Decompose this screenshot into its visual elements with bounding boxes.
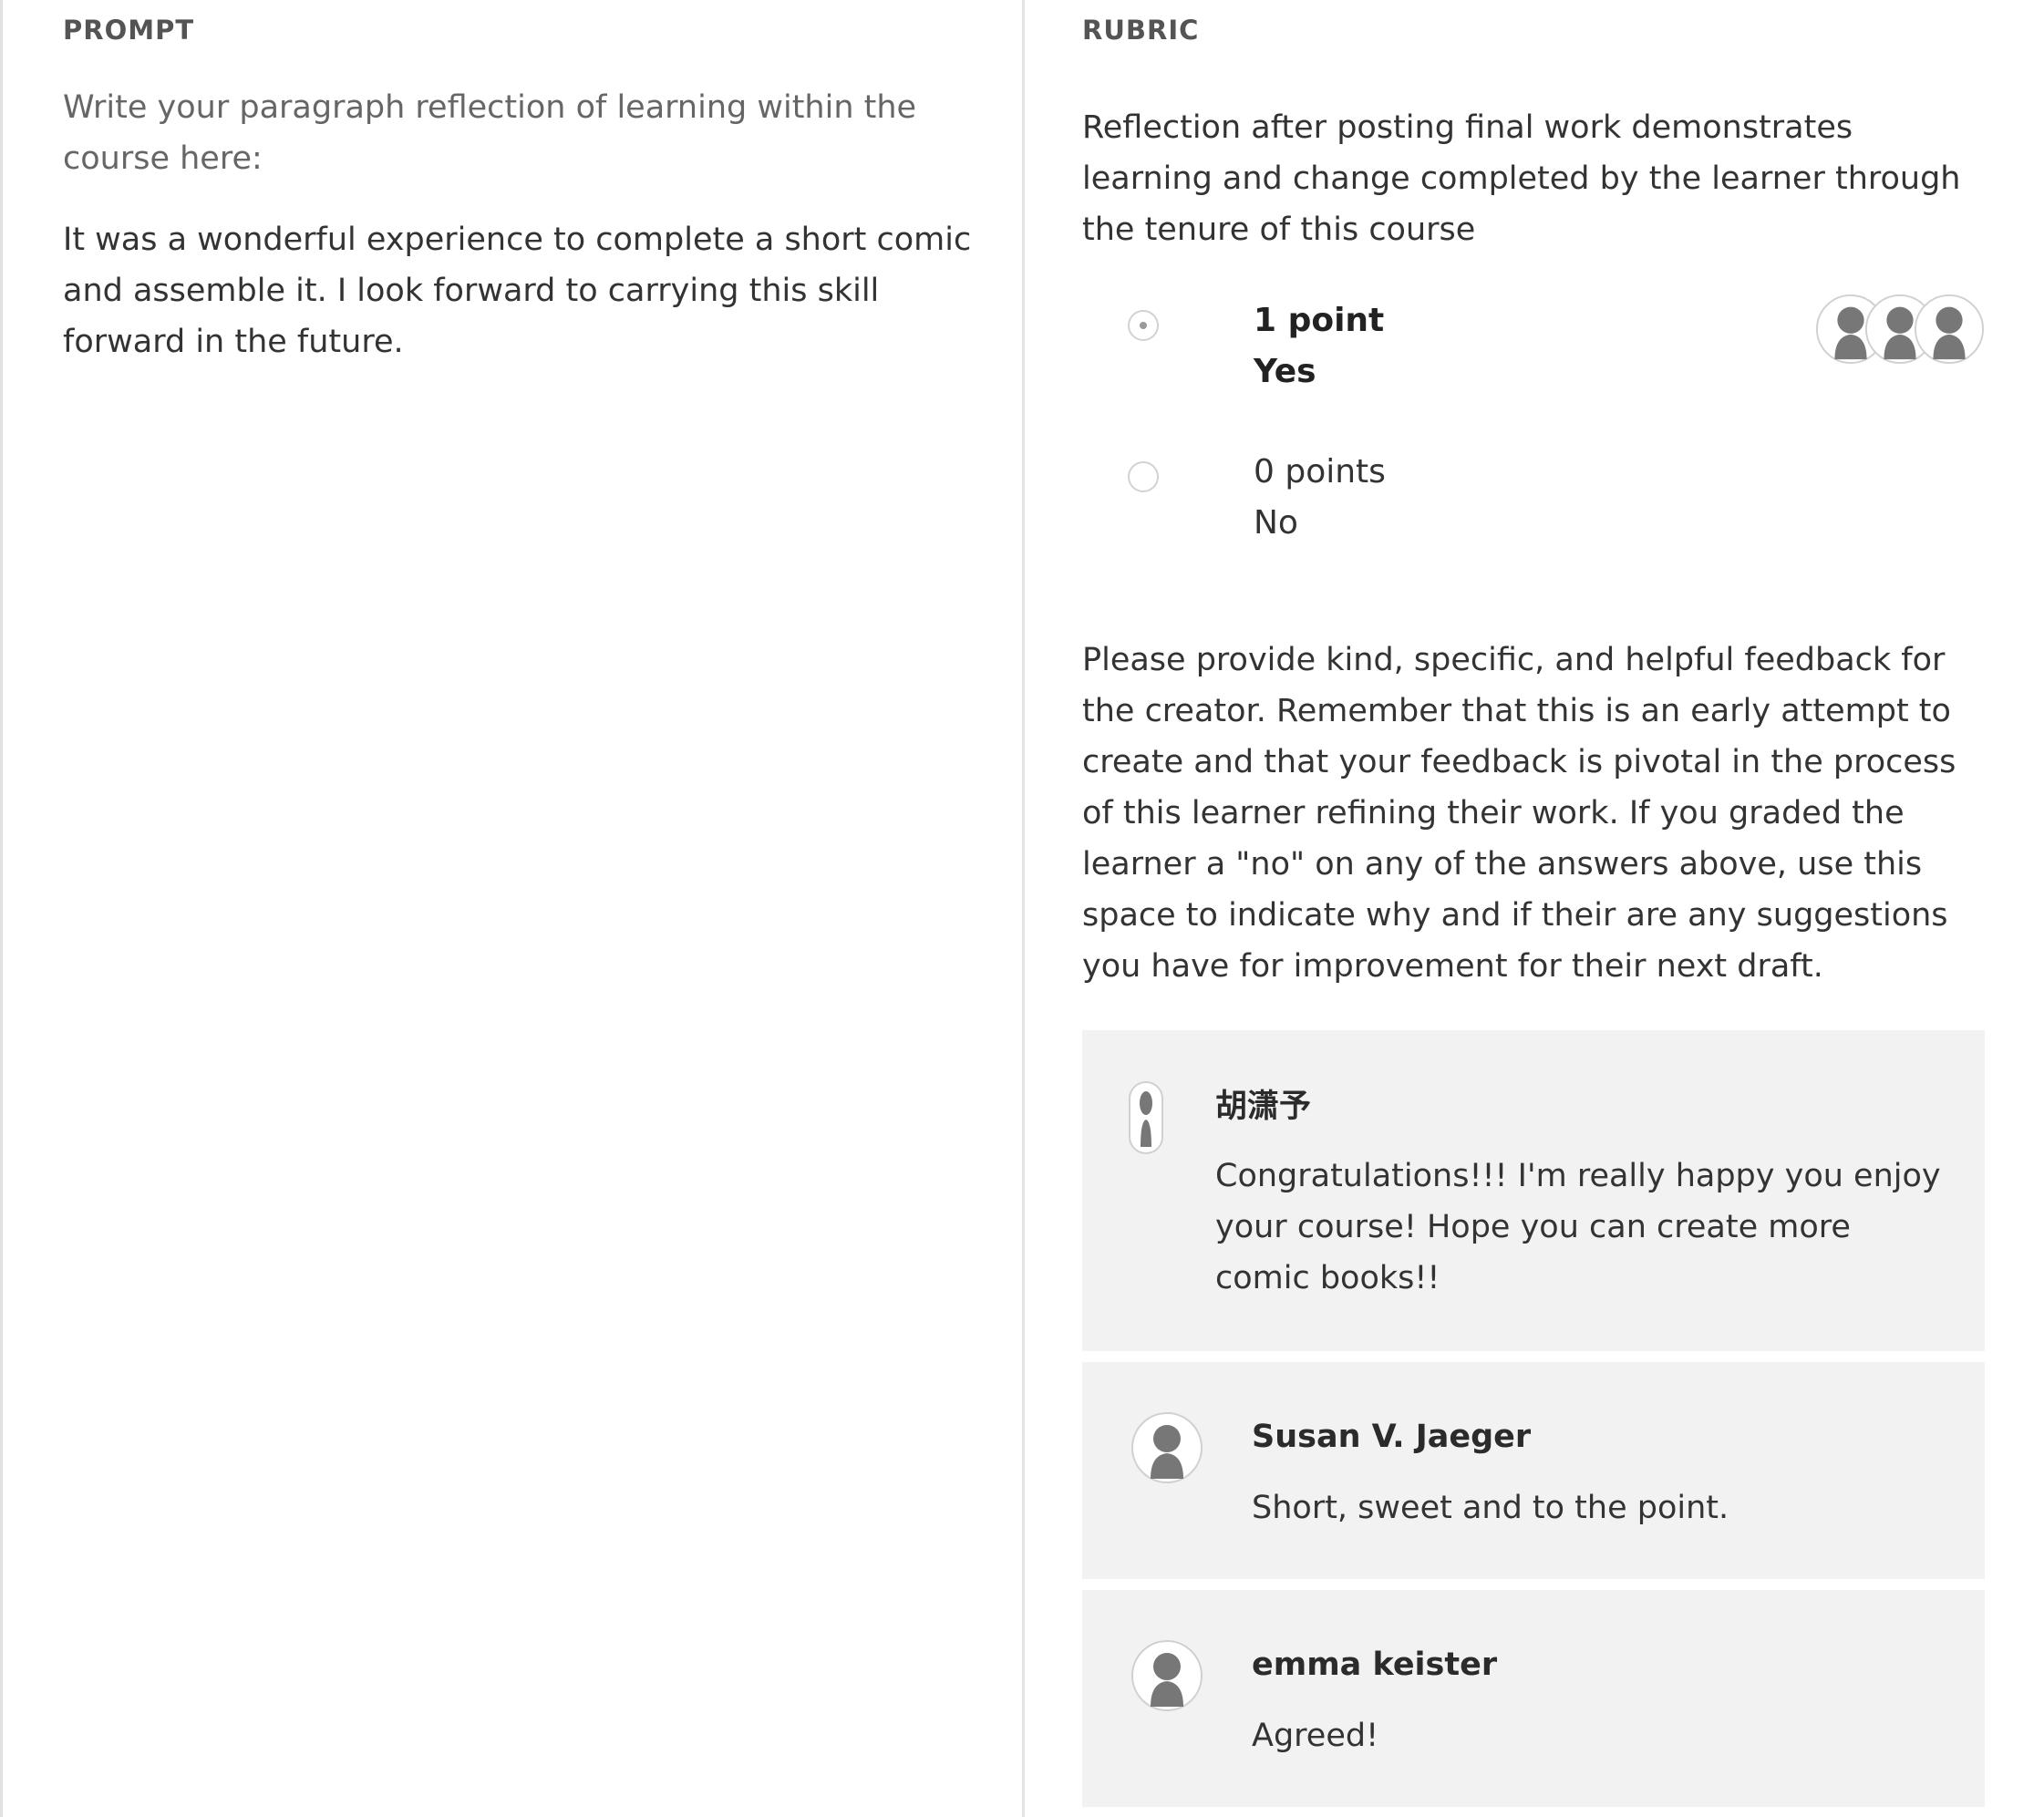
avatar-icon: [1914, 294, 1985, 365]
avatar-icon: [1131, 1640, 1203, 1711]
prompt-label: PROMPT: [63, 15, 195, 46]
column-divider: [1022, 0, 1025, 1817]
comment-author: Susan V. Jaeger: [1252, 1419, 1532, 1455]
narrow-avatar-icon: [1129, 1081, 1163, 1154]
comment-text: Agreed!: [1252, 1718, 1379, 1754]
learner-response: It was a wonderful experience to complet…: [63, 222, 972, 360]
option-answer: Yes: [1254, 353, 1316, 390]
prompt-question: Write your paragraph reflection of learn…: [63, 89, 917, 177]
feedback-comment: 胡潇予 Congratulations!!! I'm really happy …: [1082, 1030, 1985, 1351]
peer-review-panel: PROMPT Write your paragraph reflection o…: [0, 0, 2044, 1817]
rubric-option-label: 0 points No: [1254, 447, 1386, 549]
radio-unselected-icon[interactable]: [1128, 461, 1159, 492]
grader-avatars: [1815, 294, 1985, 366]
option-answer: No: [1254, 504, 1298, 542]
option-points: 1 point: [1254, 302, 1385, 339]
comment-text: Short, sweet and to the point.: [1252, 1490, 1729, 1526]
rubric-option-label: 1 point Yes: [1254, 295, 1384, 397]
comment-author: 胡潇予: [1215, 1089, 1312, 1125]
feedback-comment: Susan V. Jaeger Short, sweet and to the …: [1082, 1362, 1985, 1579]
comment-text: Congratulations!!! I'm really happy you …: [1215, 1158, 1941, 1296]
rubric-criterion: Reflection after posting final work demo…: [1082, 109, 1961, 248]
avatar-icon: [1131, 1412, 1203, 1483]
radio-selected-icon[interactable]: [1128, 310, 1159, 341]
rubric-label: RUBRIC: [1082, 15, 1200, 46]
feedback-comment: emma keister Agreed!: [1082, 1590, 1985, 1807]
option-points: 0 points: [1254, 453, 1386, 490]
comment-author: emma keister: [1252, 1647, 1498, 1683]
feedback-instructions: Please provide kind, specific, and helpf…: [1082, 642, 1956, 985]
